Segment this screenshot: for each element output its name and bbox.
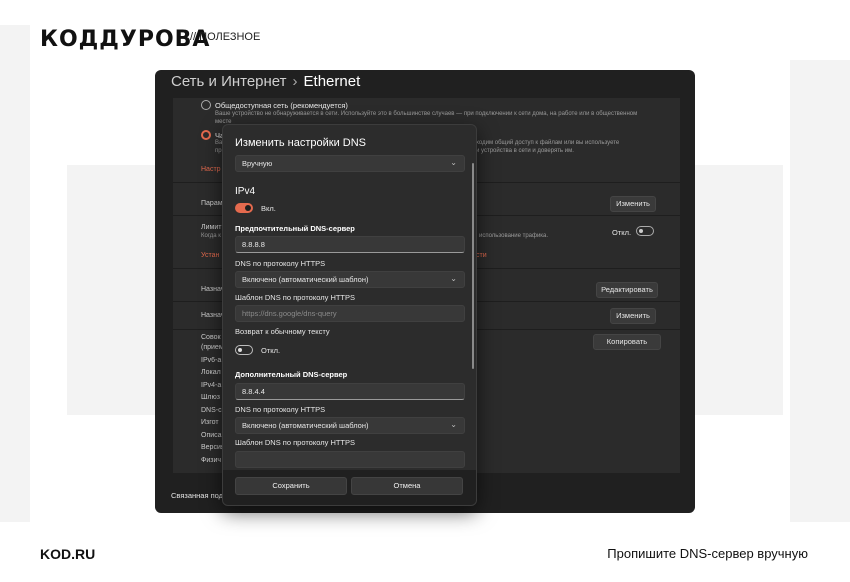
dns-mode-value: Вручную	[242, 159, 273, 168]
backdrop-block-right	[790, 60, 850, 522]
fallback-plaintext-toggle-label: Откл.	[261, 346, 281, 355]
metered-label: Лимит	[201, 224, 222, 231]
dialog-title: Изменить настройки DNS	[235, 137, 367, 149]
property-label: (прием	[201, 344, 224, 351]
edit-ip-button[interactable]: Редактировать	[596, 282, 658, 298]
copy-button[interactable]: Копировать	[593, 334, 661, 350]
preferred-dns-value: 8.8.8.8	[242, 240, 265, 249]
preferred-dns-input[interactable]: 8.8.8.8	[235, 236, 465, 253]
property-label: Совок	[201, 334, 221, 341]
property-label: IPv4-а	[201, 382, 222, 389]
caption: Пропишите DNS-сервер вручную	[607, 546, 808, 561]
breadcrumb: Сеть и Интернет › Ethernet	[171, 73, 360, 90]
alternate-dns-label: Дополнительный DNS-сервер	[235, 370, 348, 379]
dns-mode-select[interactable]: Вручную ⌄	[235, 155, 465, 172]
firewall-settings-link[interactable]: Настр	[201, 166, 221, 173]
metered-desc-right: использование трафика.	[479, 233, 549, 239]
metered-state-label: Откл.	[612, 228, 632, 237]
preferred-dns-label: Предпочтительный DNS-сервер	[235, 224, 355, 233]
property-label: Локал	[201, 369, 221, 376]
property-label: Описа	[201, 432, 222, 439]
dns-over-https-value: Включено (автоматический шаблон)	[242, 275, 369, 284]
change-dns-button[interactable]: Изменить	[610, 308, 656, 324]
fallback-plaintext-toggle[interactable]	[235, 345, 253, 355]
dns-over-https-label-2: DNS по протоколу HTTPS	[235, 405, 326, 414]
public-network-title: Общедоступная сеть (рекомендуется)	[215, 101, 348, 110]
section-label: // ПОЛЕЗНОЕ	[190, 31, 261, 43]
ip-assign-label: Назнач	[201, 286, 225, 293]
cancel-button[interactable]: Отмена	[351, 477, 463, 495]
private-network-desc-left-2: пр	[215, 148, 222, 154]
doh-template-label-2: Шаблон DNS по протоколу HTTPS	[235, 438, 356, 447]
change-ip-button[interactable]: Изменить	[610, 196, 656, 212]
private-network-desc-right: ходим общий доступ к файлам или вы испол…	[476, 140, 620, 146]
ip-params-label: Парам	[201, 200, 223, 207]
property-label: Физич	[201, 457, 221, 464]
alternate-dns-input[interactable]: 8.8.4.4	[235, 383, 465, 400]
fallback-plaintext-label: Возврат к обычному тексту	[235, 327, 330, 336]
alternate-dns-value: 8.8.4.4	[242, 387, 265, 396]
page-title: Ethernet	[303, 73, 361, 90]
ipv4-toggle[interactable]	[235, 203, 253, 213]
doh-template-input-2[interactable]	[235, 451, 465, 468]
property-label: IPv6-а	[201, 357, 222, 364]
ipv4-toggle-label: Вкл.	[261, 204, 276, 213]
dns-settings-dialog: Изменить настройки DNS Вручную ⌄ IPv4 Вк…	[222, 124, 477, 506]
dns-over-https-value-2: Включено (автоматический шаблон)	[242, 421, 369, 430]
site-logo[interactable]: КОДДУРОВА	[40, 27, 210, 52]
doh-template-placeholder: https://dns.google/dns-query	[242, 309, 337, 318]
private-network-radio[interactable]	[201, 130, 211, 140]
breadcrumb-parent[interactable]: Сеть и Интернет	[171, 73, 287, 90]
breadcrumb-separator: ›	[292, 73, 298, 90]
chevron-down-icon: ⌄	[450, 158, 457, 167]
property-label: Изгот	[201, 419, 219, 426]
dns-over-https-select-2[interactable]: Включено (автоматический шаблон) ⌄	[235, 417, 465, 434]
doh-template-label: Шаблон DNS по протоколу HTTPS	[235, 293, 356, 302]
public-network-desc: Ваше устройство не обнаруживается в сети…	[215, 111, 638, 117]
chevron-down-icon: ⌄	[450, 274, 457, 283]
chevron-down-icon: ⌄	[450, 420, 457, 429]
doh-template-input[interactable]: https://dns.google/dns-query	[235, 305, 465, 322]
dns-over-https-select[interactable]: Включено (автоматический шаблон) ⌄	[235, 271, 465, 288]
data-limit-link-right[interactable]: сти	[476, 252, 487, 259]
dialog-scrollbar[interactable]	[472, 163, 474, 369]
save-button[interactable]: Сохранить	[235, 477, 347, 495]
metered-toggle[interactable]	[636, 226, 654, 236]
dialog-footer: Сохранить Отмена	[223, 470, 476, 505]
dns-over-https-label: DNS по протоколу HTTPS	[235, 259, 326, 268]
site-domain[interactable]: KOD.RU	[40, 546, 95, 562]
related-settings-heading: Связанная под	[171, 491, 224, 500]
ipv4-heading: IPv4	[235, 186, 256, 197]
public-network-radio[interactable]	[201, 100, 211, 110]
metered-desc: Когда к	[201, 233, 221, 239]
data-limit-link[interactable]: Устан	[201, 252, 219, 259]
property-label: DNS-с	[201, 407, 222, 414]
private-network-desc-right-2: и устройства в сети и доверять им.	[476, 148, 574, 154]
backdrop-block-left	[0, 25, 30, 522]
dns-assign-label: Назнач	[201, 312, 225, 319]
property-label: Шлюз	[201, 394, 220, 401]
